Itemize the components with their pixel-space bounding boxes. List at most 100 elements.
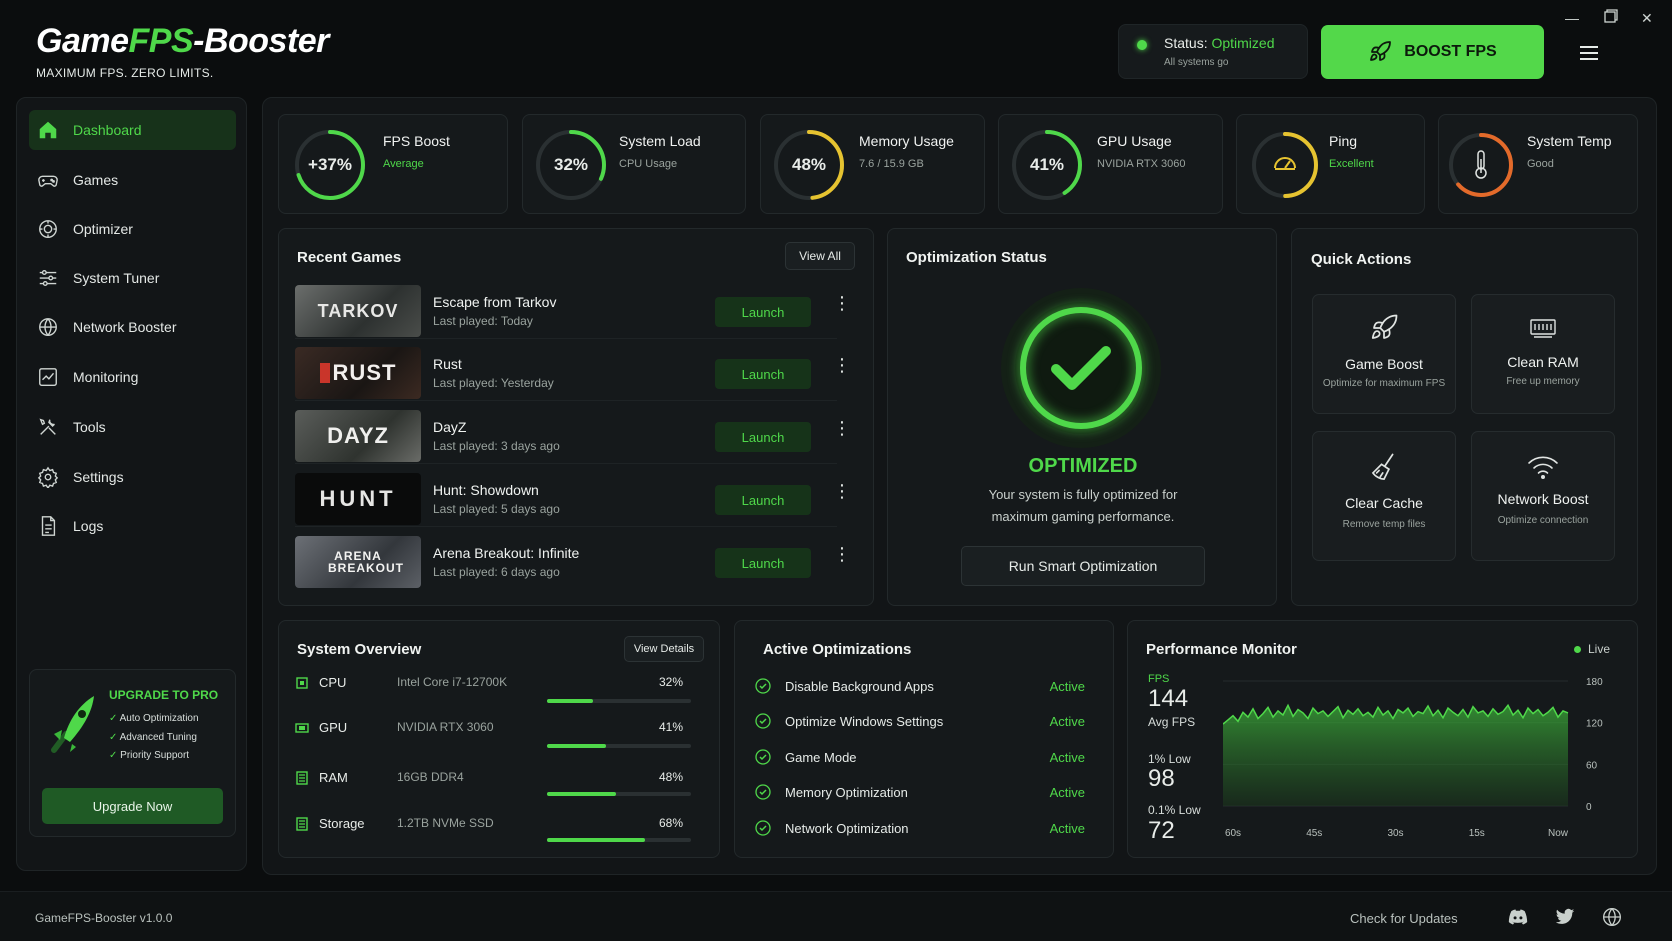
recent-games-title: Recent Games <box>297 249 402 266</box>
list-item: DAYZ DayZ Last played: 3 days ago Launch… <box>295 406 851 464</box>
sidebar-item-games[interactable]: Games <box>29 160 236 200</box>
stat-title: System Load <box>619 133 701 149</box>
clean-ram-button[interactable]: Clean RAM Free up memory <box>1471 294 1615 414</box>
live-dot-icon <box>1574 645 1581 653</box>
clear-cache-button[interactable]: Clear Cache Remove temp files <box>1312 431 1456 561</box>
performance-monitor-title: Performance Monitor <box>1146 641 1297 658</box>
thermometer-icon <box>1449 133 1513 197</box>
game-last-played: Last played: Today <box>433 314 533 328</box>
checkmark-icon <box>1001 288 1161 448</box>
cpu-icon <box>296 677 308 689</box>
sidebar-item-logs[interactable]: Logs <box>29 506 236 546</box>
sidebar-item-settings[interactable]: Settings <box>29 457 236 497</box>
gpu-usage-value: 41% <box>1029 155 1065 174</box>
view-all-button[interactable]: View All <box>785 242 855 270</box>
ram-icon <box>1530 319 1556 338</box>
game-thumbnail[interactable]: ARENA BREAKOUT <box>295 536 421 588</box>
gpu-icon <box>295 723 309 733</box>
close-icon[interactable]: ✕ <box>1641 10 1653 27</box>
launch-button[interactable]: Launch <box>715 422 811 452</box>
globe-icon[interactable] <box>1602 907 1622 927</box>
check-circle-icon <box>755 784 771 800</box>
more-options-icon[interactable]: ⋮ <box>833 356 851 374</box>
upgrade-now-button[interactable]: Upgrade Now <box>42 788 223 824</box>
launch-button[interactable]: Launch <box>715 548 811 578</box>
status-dot-icon <box>1137 40 1147 50</box>
launch-button[interactable]: Launch <box>715 297 811 327</box>
status-label: Status: <box>1164 35 1212 51</box>
more-options-icon[interactable]: ⋮ <box>833 482 851 500</box>
game-thumbnail[interactable]: RUST <box>295 347 421 399</box>
system-load-value: 32% <box>553 155 589 174</box>
low1-label: 1% Low <box>1148 752 1191 766</box>
status-value: Optimized <box>1211 35 1275 51</box>
twitter-icon[interactable] <box>1555 908 1575 926</box>
sidebar-item-network-booster[interactable]: Network Booster <box>29 307 236 347</box>
sidebar-item-system-tuner[interactable]: System Tuner <box>29 258 236 298</box>
launch-button[interactable]: Launch <box>715 359 811 389</box>
game-thumbnail[interactable]: DAYZ <box>295 410 421 462</box>
system-overview-title: System Overview <box>297 641 422 658</box>
minimize-icon[interactable]: — <box>1565 10 1579 26</box>
game-name: Escape from Tarkov <box>433 294 557 310</box>
gpu-usage-bar <box>547 744 691 748</box>
table-row: Storage 1.2TB NVMe SSD 68% <box>295 816 691 846</box>
game-last-played: Last played: 3 days ago <box>433 439 560 453</box>
upgrade-title: UPGRADE TO PRO <box>109 688 219 702</box>
gear-icon <box>37 466 59 488</box>
fps-label: FPS <box>1148 673 1170 685</box>
launch-button[interactable]: Launch <box>715 485 811 515</box>
sliders-icon <box>39 269 57 287</box>
network-boost-button[interactable]: Network Boost Optimize connection <box>1471 431 1615 561</box>
recent-games-panel: Recent Games View All TARKOV Escape from… <box>278 228 874 606</box>
table-row: CPU Intel Core i7-12700K 32% <box>295 675 691 705</box>
list-item: Game Mode Active <box>755 745 1085 769</box>
globe-icon <box>39 318 57 336</box>
y-tick-label: 120 <box>1586 719 1603 730</box>
check-circle-icon <box>755 713 771 729</box>
stat-sub: 7.6 / 15.9 GB <box>859 158 924 170</box>
storage-icon <box>296 817 308 831</box>
upgrade-feature: ✓ Auto Optimization <box>109 713 199 724</box>
view-details-button[interactable]: View Details <box>624 636 704 662</box>
game-name: Hunt: Showdown <box>433 482 539 498</box>
upgrade-feature: ✓ Advanced Tuning <box>109 731 197 743</box>
game-thumbnail[interactable]: TARKOV <box>295 285 421 337</box>
check-updates-link[interactable]: Check for Updates <box>1350 911 1458 926</box>
sidebar-item-tools[interactable]: Tools <box>29 407 236 447</box>
check-circle-icon <box>755 678 771 694</box>
stat-title: FPS Boost <box>383 133 450 149</box>
fps-sub: Avg FPS <box>1148 715 1196 729</box>
version-label: GameFPS-Booster v1.0.0 <box>35 911 173 925</box>
check-circle-icon <box>755 749 771 765</box>
quick-actions-title: Quick Actions <box>1311 251 1412 268</box>
game-boost-button[interactable]: Game Boost Optimize for maximum FPS <box>1312 294 1456 414</box>
boost-fps-button[interactable]: BOOST FPS <box>1321 25 1544 79</box>
stat-card-ping: Ping Excellent <box>1236 114 1425 214</box>
menu-icon[interactable] <box>1580 46 1598 65</box>
sidebar-item-monitoring[interactable]: Monitoring <box>29 357 236 397</box>
more-options-icon[interactable]: ⋮ <box>833 294 851 312</box>
game-last-played: Last played: 5 days ago <box>433 502 560 516</box>
rocket-icon <box>1370 41 1392 61</box>
optimization-desc-1: Your system is fully optimized for <box>988 487 1178 502</box>
home-icon <box>39 121 57 139</box>
restore-icon[interactable] <box>1604 9 1618 26</box>
list-item: Disable Background Apps Active <box>755 674 1085 698</box>
discord-icon[interactable] <box>1508 908 1528 926</box>
x-tick-label: 60s <box>1225 828 1241 839</box>
boost-fps-label: BOOST FPS <box>1404 43 1497 60</box>
run-smart-optimization-button[interactable]: Run Smart Optimization <box>961 546 1205 586</box>
game-last-played: Last played: Yesterday <box>433 376 554 390</box>
sidebar-item-optimizer[interactable]: Optimizer <box>29 209 236 249</box>
list-item: ARENA BREAKOUT Arena Breakout: Infinite … <box>295 532 851 590</box>
active-optimizations-title: Active Optimizations <box>763 641 912 658</box>
game-name: Rust <box>433 356 462 372</box>
more-options-icon[interactable]: ⋮ <box>833 419 851 437</box>
sidebar: Dashboard Games Optimizer System Tuner N… <box>16 97 247 871</box>
game-thumbnail[interactable]: HUNT <box>295 473 421 525</box>
more-options-icon[interactable]: ⋮ <box>833 545 851 563</box>
status-indicator: Status: Optimized All systems go <box>1118 24 1308 79</box>
tools-icon <box>39 418 56 435</box>
sidebar-item-dashboard[interactable]: Dashboard <box>29 110 236 150</box>
